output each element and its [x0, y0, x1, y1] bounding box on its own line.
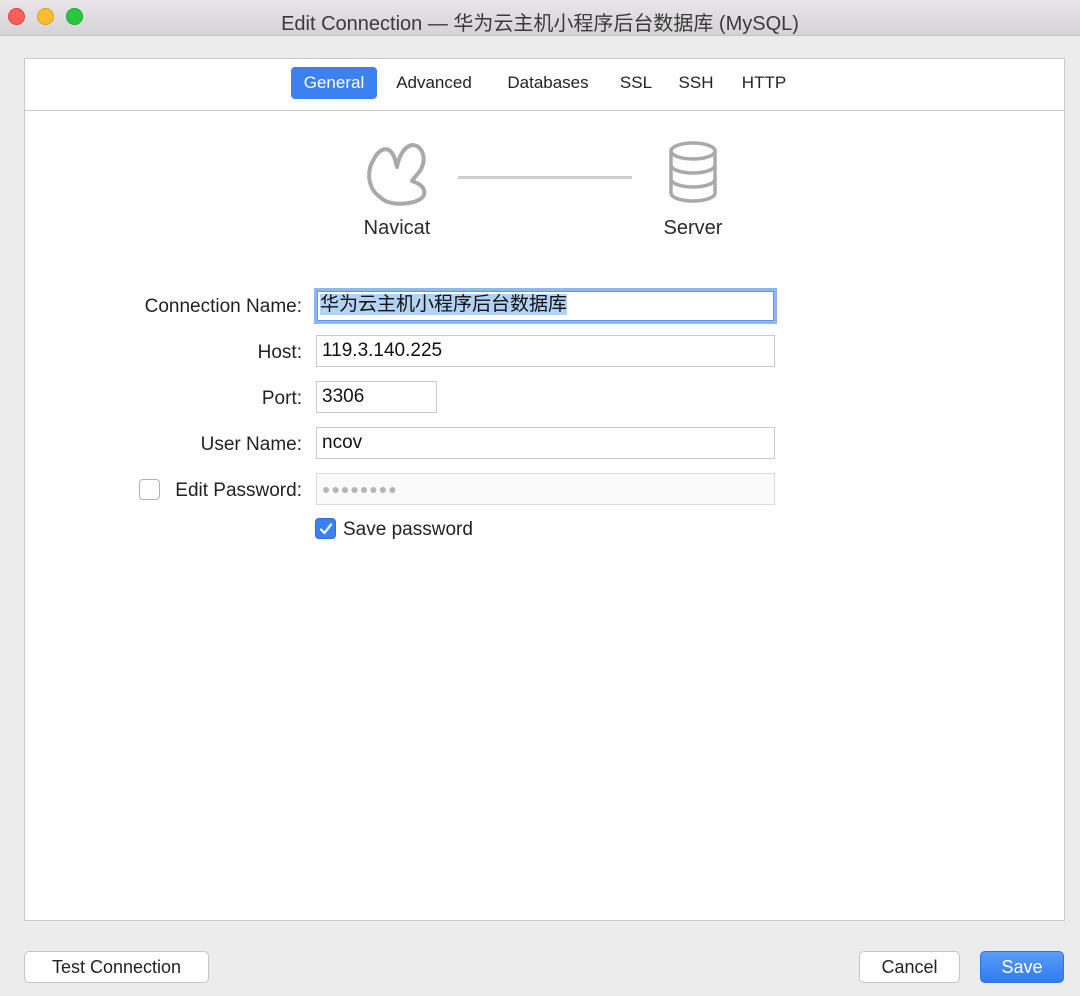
connection-panel: General Advanced Databases SSL SSH HTTP …	[24, 58, 1065, 921]
edit-password-label: Edit Password:	[175, 480, 302, 501]
navicat-logo-icon	[362, 137, 432, 207]
tab-general[interactable]: General	[291, 67, 377, 99]
save-password-checkbox[interactable]	[315, 518, 336, 539]
password-field: ●●●●●●●●	[316, 473, 775, 505]
connection-name-label: Connection Name:	[144, 296, 302, 317]
tab-ssh[interactable]: SSH	[672, 67, 720, 99]
tab-advanced[interactable]: Advanced	[387, 67, 481, 99]
host-field[interactable]: 119.3.140.225	[316, 335, 775, 367]
port-label: Port:	[261, 388, 302, 409]
server-label: Server	[663, 217, 723, 239]
tab-bar: General Advanced Databases SSL SSH HTTP	[25, 59, 1064, 111]
username-label: User Name:	[200, 434, 302, 455]
username-field[interactable]: ncov	[316, 427, 775, 459]
tab-ssl[interactable]: SSL	[614, 67, 658, 99]
connection-line	[458, 176, 632, 179]
cancel-button[interactable]: Cancel	[859, 951, 960, 983]
port-field[interactable]: 3306	[316, 381, 437, 413]
test-connection-button[interactable]: Test Connection	[24, 951, 209, 983]
connection-name-field[interactable]: 华为云主机小程序后台数据库	[314, 288, 777, 324]
window-title: Edit Connection — 华为云主机小程序后台数据库 (MySQL)	[281, 13, 799, 35]
client-label: Navicat	[363, 217, 431, 239]
database-icon	[665, 139, 721, 205]
title-bar: Edit Connection — 华为云主机小程序后台数据库 (MySQL)	[0, 0, 1080, 36]
checkmark-icon	[319, 523, 333, 535]
save-button[interactable]: Save	[980, 951, 1064, 983]
tab-http[interactable]: HTTP	[735, 67, 793, 99]
save-password-label: Save password	[343, 519, 473, 540]
tab-databases[interactable]: Databases	[497, 67, 599, 99]
connection-name-value: 华为云主机小程序后台数据库	[320, 294, 568, 315]
host-label: Host:	[257, 342, 302, 363]
